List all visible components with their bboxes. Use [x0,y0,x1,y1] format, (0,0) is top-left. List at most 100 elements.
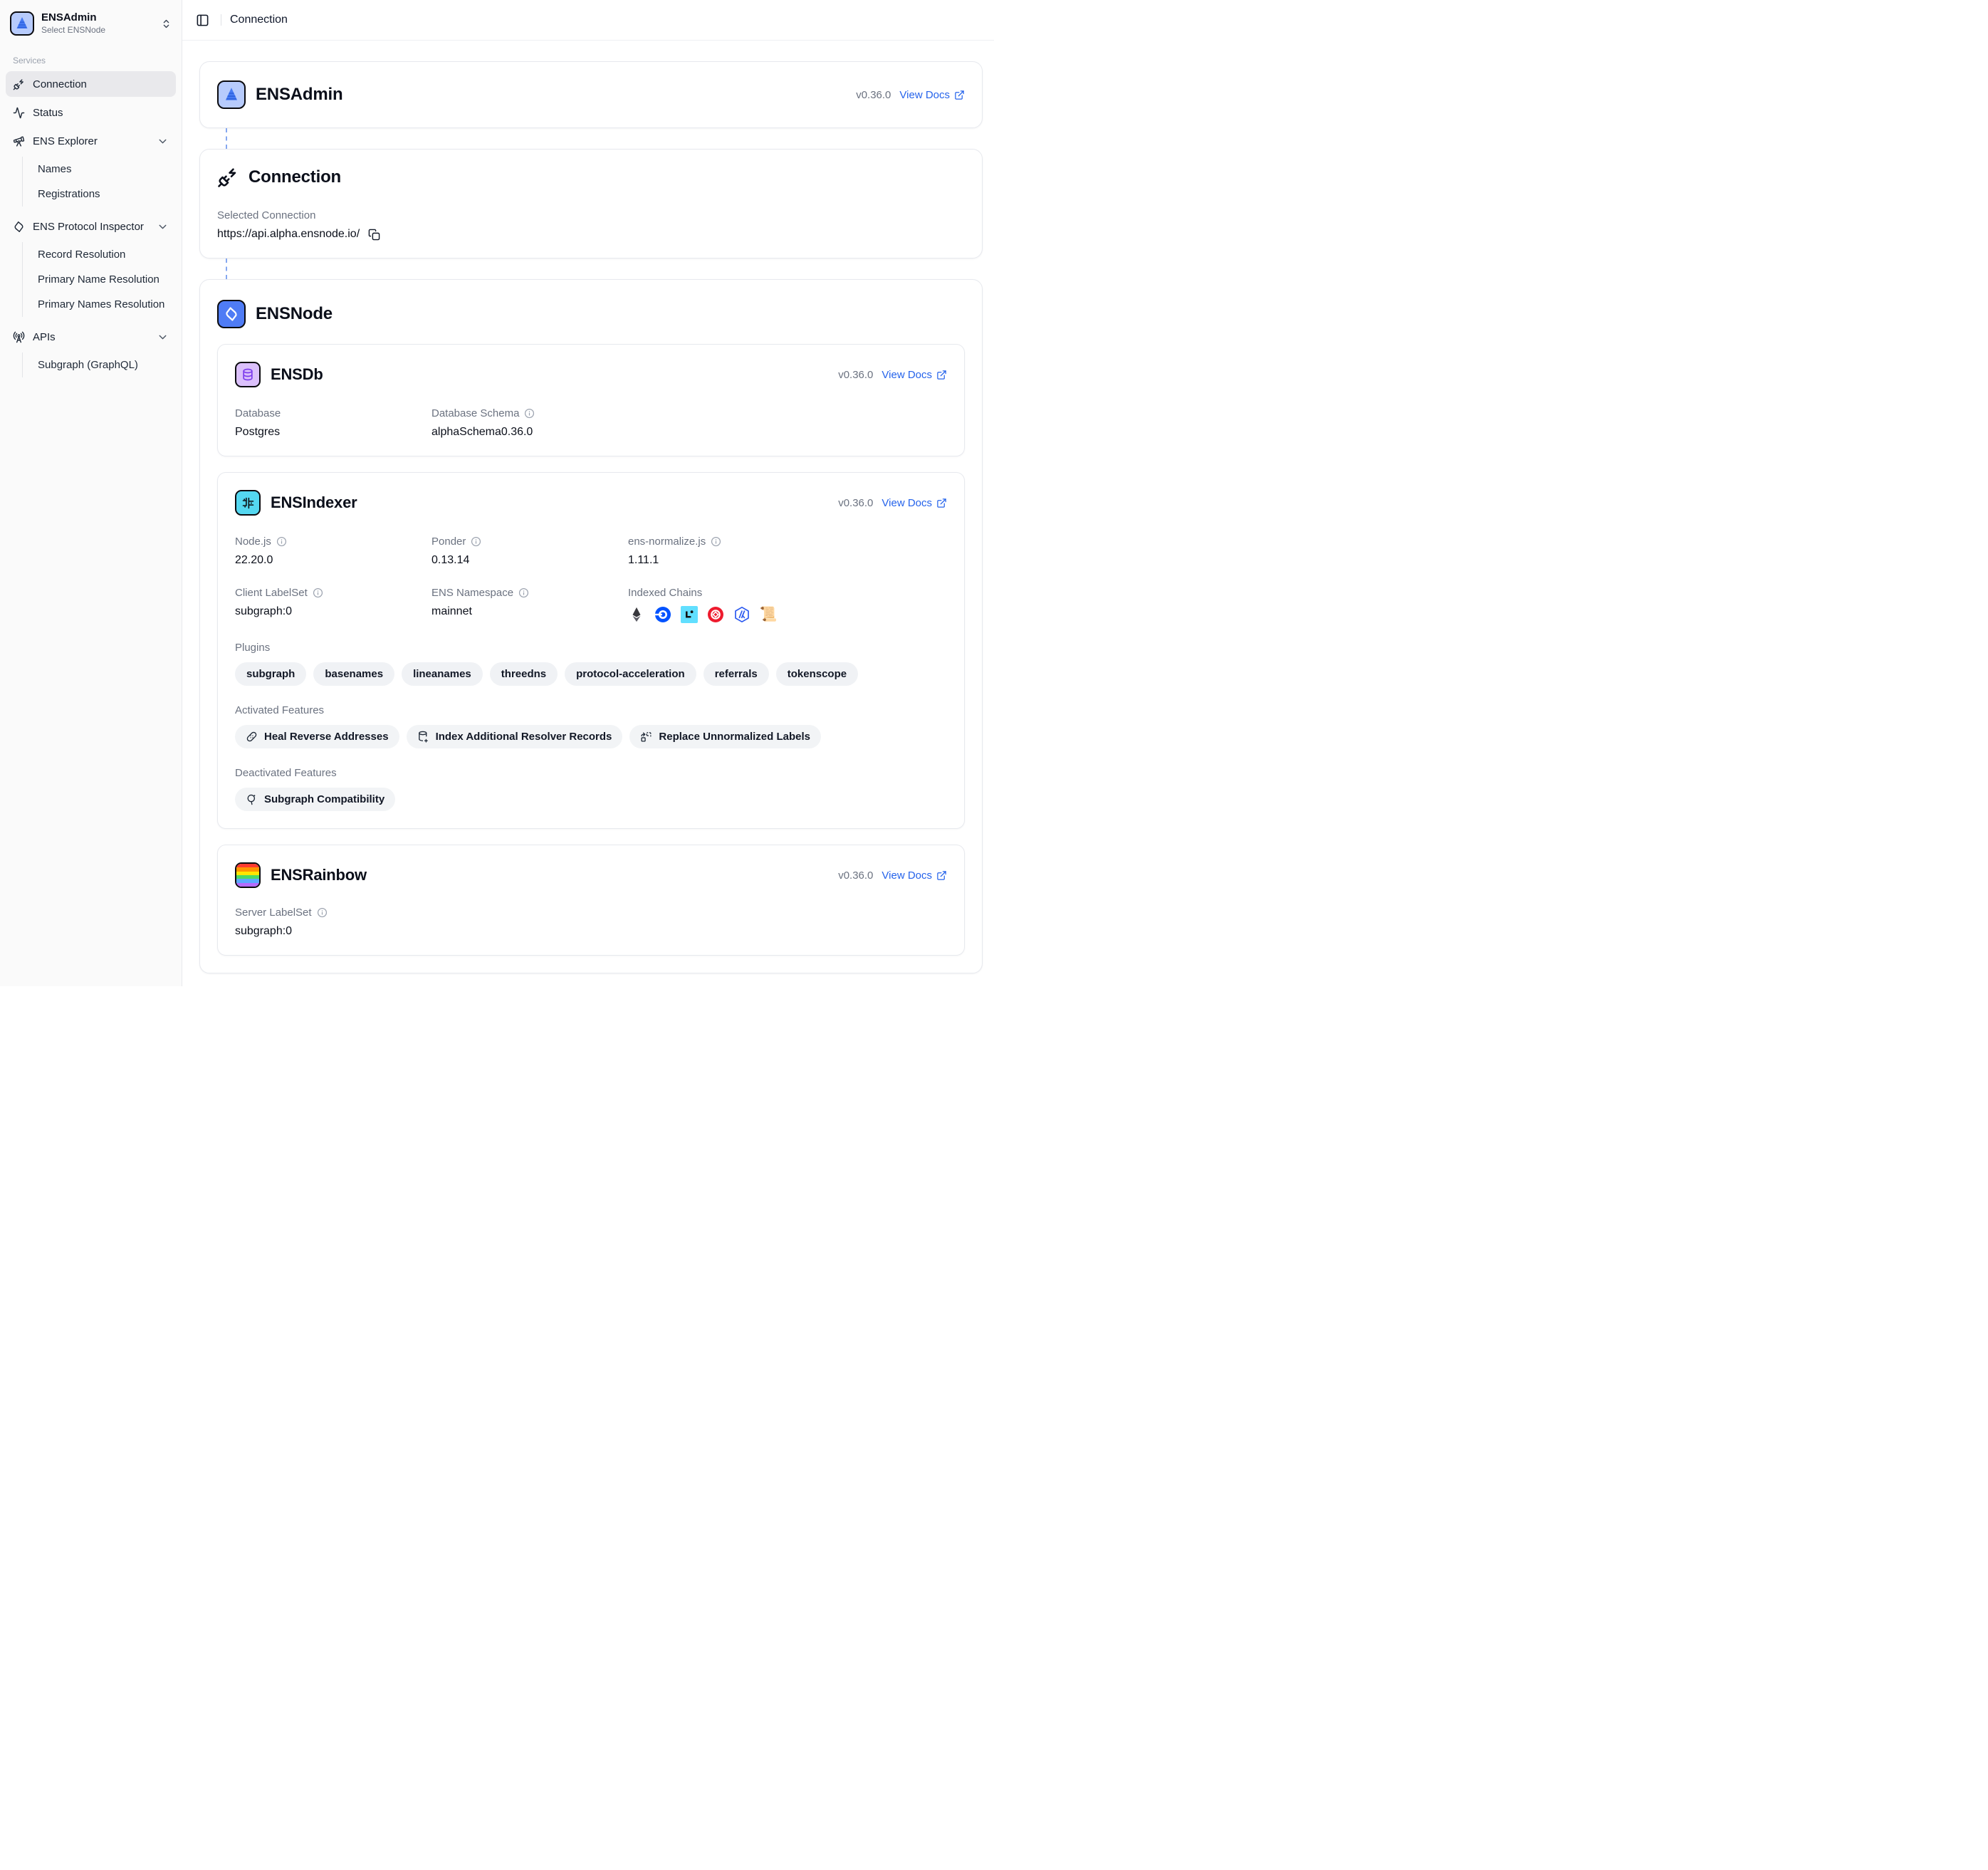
chevron-down-icon [157,135,169,147]
ensadmin-card: ENSAdmin v0.36.0 View Docs [199,61,983,128]
ensindexer-card-title: ENSIndexer [271,493,357,512]
chevron-down-icon [157,221,169,233]
plug-zap-icon [13,78,25,90]
ensdb-card: ENSDb v0.36.0 View Docs Database P [217,344,965,456]
connection-card: Connection Selected Connection https://a… [199,149,983,258]
field-label: ENS Namespace [431,587,513,599]
activated-features-section: Activated Features Heal Reverse Addresse… [235,704,947,748]
plugin-pill: referrals [703,662,769,686]
activated-features-label: Activated Features [235,704,324,716]
deactivated-features-label: Deactivated Features [235,767,337,779]
card-connector-line [226,128,227,149]
sidebar-toggle-button[interactable] [192,10,212,30]
ensadmin-card-title: ENSAdmin [256,85,342,105]
feature-badge-label: Replace Unnormalized Labels [659,731,810,743]
ensdb-card-icon [235,362,261,387]
arbitrum-chain-icon [733,606,750,623]
ensindexer-version: v0.36.0 [838,497,873,509]
selected-connection-label: Selected Connection [217,209,315,221]
sidebar-item-connection[interactable]: Connection [6,71,176,97]
plugins-label: Plugins [235,642,270,654]
field-label: Ponder [431,536,466,548]
database-schema-field: Database Schema alphaSchema0.36.0 [431,407,628,439]
view-docs-label: View Docs [881,869,932,882]
app-root: ENSAdmin Select ENSNode Services Connect… [0,0,994,986]
nodejs-field: Node.js 22.20.0 [235,536,431,567]
info-icon[interactable] [317,907,328,918]
card-connector-line [226,258,227,279]
sidebar-item-ens-explorer[interactable]: ENS Explorer [6,128,176,154]
sidebar-item-registrations[interactable]: Registrations [23,182,176,207]
panel-left-icon [196,14,209,27]
server-labelset-label: Server LabelSet [235,907,312,919]
plugin-pill: tokenscope [776,662,858,686]
sidebar-item-status[interactable]: Status [6,100,176,125]
linea-chain-icon [681,606,698,623]
sidebar-item-label: Connection [33,78,87,90]
info-icon[interactable] [276,536,287,547]
info-icon[interactable] [524,408,535,419]
bandage-icon [246,731,258,743]
field-label: Node.js [235,536,271,548]
ensnode-selector[interactable]: ENSAdmin Select ENSNode [6,6,176,41]
ensnode-card-icon [217,300,246,328]
sidebar-item-primary-names-resolution[interactable]: Primary Names Resolution [23,292,176,317]
ensrainbow-version: v0.36.0 [838,869,873,882]
ensrainbow-card-icon [235,862,261,888]
ensindexer-view-docs-link[interactable]: View Docs [881,497,947,509]
sidebar-item-subgraph-graphql[interactable]: Subgraph (GraphQL) [23,352,176,377]
sidebar-item-label: APIs [33,331,56,343]
field-value: 1.11.1 [628,554,825,567]
connection-card-title: Connection [248,167,341,187]
field-label: Database Schema [431,407,519,419]
ensrainbow-view-docs-link[interactable]: View Docs [881,869,947,882]
ensadmin-version: v0.36.0 [856,89,891,101]
ensdb-view-docs-link[interactable]: View Docs [881,369,947,381]
ensdb-version: v0.36.0 [838,369,873,381]
sidebar-item-apis[interactable]: APIs [6,324,176,350]
database-field: Database Postgres [235,407,431,439]
replace-icon [640,731,652,743]
activity-icon [13,107,25,119]
sidebar-item-record-resolution[interactable]: Record Resolution [23,242,176,267]
external-link-icon [936,370,947,380]
sidebar-item-primary-name-resolution[interactable]: Primary Name Resolution [23,267,176,292]
info-icon[interactable] [518,587,529,598]
sidebar-item-ens-protocol-inspector[interactable]: ENS Protocol Inspector [6,214,176,239]
sidebar-item-names[interactable]: Names [23,157,176,182]
feature-badge: Index Additional Resolver Records [407,725,623,748]
ensadmin-logo-icon [10,11,34,36]
plugin-pill: lineanames [402,662,483,686]
plugin-pill: subgraph [235,662,306,686]
field-label: Database [235,407,281,419]
connection-url: https://api.alpha.ensnode.io/ [217,228,360,241]
info-icon[interactable] [313,587,323,598]
info-icon[interactable] [471,536,481,547]
field-label: ens-normalize.js [628,536,706,548]
ensnode-card: ENSNode ENSDb v0.36.0 View Docs [199,279,983,973]
view-docs-label: View Docs [881,369,932,381]
ensnode-card-title: ENSNode [256,304,333,324]
sidebar-item-label: ENS Explorer [33,135,98,147]
chevron-down-icon [157,331,169,343]
plugin-pill: basenames [313,662,394,686]
plugin-pill: threedns [490,662,558,686]
info-icon[interactable] [711,536,721,547]
view-docs-label: View Docs [881,497,932,509]
ensrainbow-card-title: ENSRainbow [271,866,367,884]
client-labelset-field: Client LabelSet subgraph:0 [235,587,431,623]
field-value: subgraph:0 [235,605,431,618]
copy-url-button[interactable] [368,229,380,241]
ensadmin-view-docs-link[interactable]: View Docs [899,89,965,101]
server-labelset-value: subgraph:0 [235,925,947,938]
subgraph-compatibility-icon [246,793,258,805]
deactivated-features-section: Deactivated Features Subgraph Compatibil… [235,767,947,811]
ensrainbow-card: ENSRainbow v0.36.0 View Docs Server Labe… [217,845,965,956]
feature-badge: Heal Reverse Addresses [235,725,399,748]
topbar: Connection [182,0,994,41]
ponder-field: Ponder 0.13.14 [431,536,628,567]
optimism-chain-icon [707,606,724,623]
field-value: Postgres [235,426,431,439]
chevrons-up-down-icon [161,19,172,29]
plug-zap-icon [217,167,239,188]
